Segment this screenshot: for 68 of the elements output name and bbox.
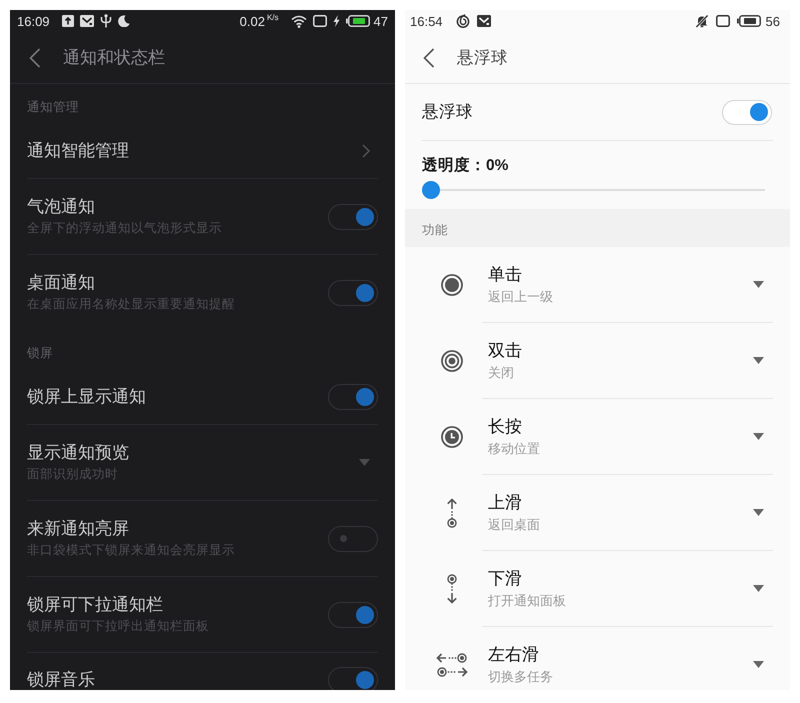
setting-title: 悬浮球 — [422, 102, 473, 123]
toggle-switch[interactable] — [328, 526, 378, 552]
rectangle-icon — [716, 15, 730, 27]
network-speed: 0.02 — [240, 14, 265, 28]
battery-percentage: 47 — [374, 14, 388, 28]
gesture-title: 左右滑 — [488, 644, 539, 666]
gesture-action: 返回上一级 — [488, 288, 553, 306]
lightning-icon — [332, 15, 340, 27]
toggle-switch[interactable] — [328, 667, 378, 690]
spiral-icon — [456, 14, 470, 28]
opacity-label: 透明度：0% — [422, 156, 508, 176]
gesture-action: 打开通知面板 — [488, 592, 566, 610]
setting-title: 来新通知亮屏 — [27, 518, 129, 540]
caret-down-icon[interactable] — [753, 281, 764, 288]
status-time: 16:09 — [17, 14, 50, 28]
setting-title: 显示通知预览 — [27, 442, 129, 464]
clock-icon — [441, 426, 463, 448]
setting-title: 桌面通知 — [27, 272, 95, 294]
section-title: 通知管理 — [27, 99, 79, 115]
page-title: 通知和状态栏 — [63, 47, 165, 69]
caret-down-icon[interactable] — [753, 585, 764, 592]
gesture-action: 移动位置 — [488, 440, 540, 458]
arrow-down-dotted-icon — [445, 574, 459, 604]
wifi-icon — [290, 14, 307, 28]
status-time: 16:54 — [410, 14, 443, 28]
caret-down-icon[interactable] — [753, 357, 764, 364]
battery-percentage: 56 — [766, 14, 780, 28]
section-title: 锁屏 — [27, 345, 53, 361]
caret-down-icon[interactable] — [753, 509, 764, 516]
envelope-icon — [80, 15, 94, 27]
setting-title: 气泡通知 — [27, 196, 95, 218]
chevron-right-icon — [362, 144, 370, 158]
back-icon[interactable] — [423, 48, 435, 68]
usb-icon — [100, 14, 112, 28]
speed-unit: K/s — [266, 13, 279, 22]
gesture-title: 双击 — [488, 340, 522, 362]
gesture-title: 单击 — [488, 264, 522, 286]
muted-bell-icon — [694, 14, 709, 28]
back-icon[interactable] — [29, 48, 41, 68]
page-title: 悬浮球 — [457, 48, 508, 68]
setting-title: 锁屏音乐 — [27, 669, 95, 690]
slider-thumb[interactable] — [422, 181, 440, 199]
filled-circle-icon — [441, 274, 463, 296]
gesture-action: 返回桌面 — [488, 516, 540, 534]
toggle-switch[interactable] — [328, 384, 378, 410]
gesture-title: 下滑 — [488, 568, 522, 590]
gesture-title: 上滑 — [488, 492, 522, 514]
concentric-circles-icon — [441, 350, 463, 372]
gesture-action: 切换多任务 — [488, 668, 553, 686]
toggle-switch[interactable] — [328, 204, 378, 230]
moon-icon — [118, 15, 130, 27]
gesture-action: 关闭 — [488, 364, 514, 382]
battery-icon — [736, 15, 761, 27]
section-title: 功能 — [422, 222, 448, 238]
envelope-icon — [476, 15, 491, 27]
setting-title: 锁屏上显示通知 — [27, 386, 146, 408]
setting-title[interactable]: 通知智能管理 — [27, 140, 129, 162]
rectangle-icon — [312, 15, 327, 27]
setting-title: 锁屏可下拉通知栏 — [27, 594, 163, 616]
toggle-switch[interactable] — [328, 280, 378, 306]
gesture-title: 长按 — [488, 416, 522, 438]
caret-down-icon[interactable] — [753, 661, 764, 668]
arrow-up-dotted-icon — [445, 498, 459, 528]
arrows-left-right-icon — [436, 650, 468, 678]
caret-down-icon[interactable] — [753, 433, 764, 440]
arrow-up-box-icon — [62, 15, 74, 27]
toggle-switch[interactable] — [328, 602, 378, 628]
battery-icon — [346, 15, 370, 27]
